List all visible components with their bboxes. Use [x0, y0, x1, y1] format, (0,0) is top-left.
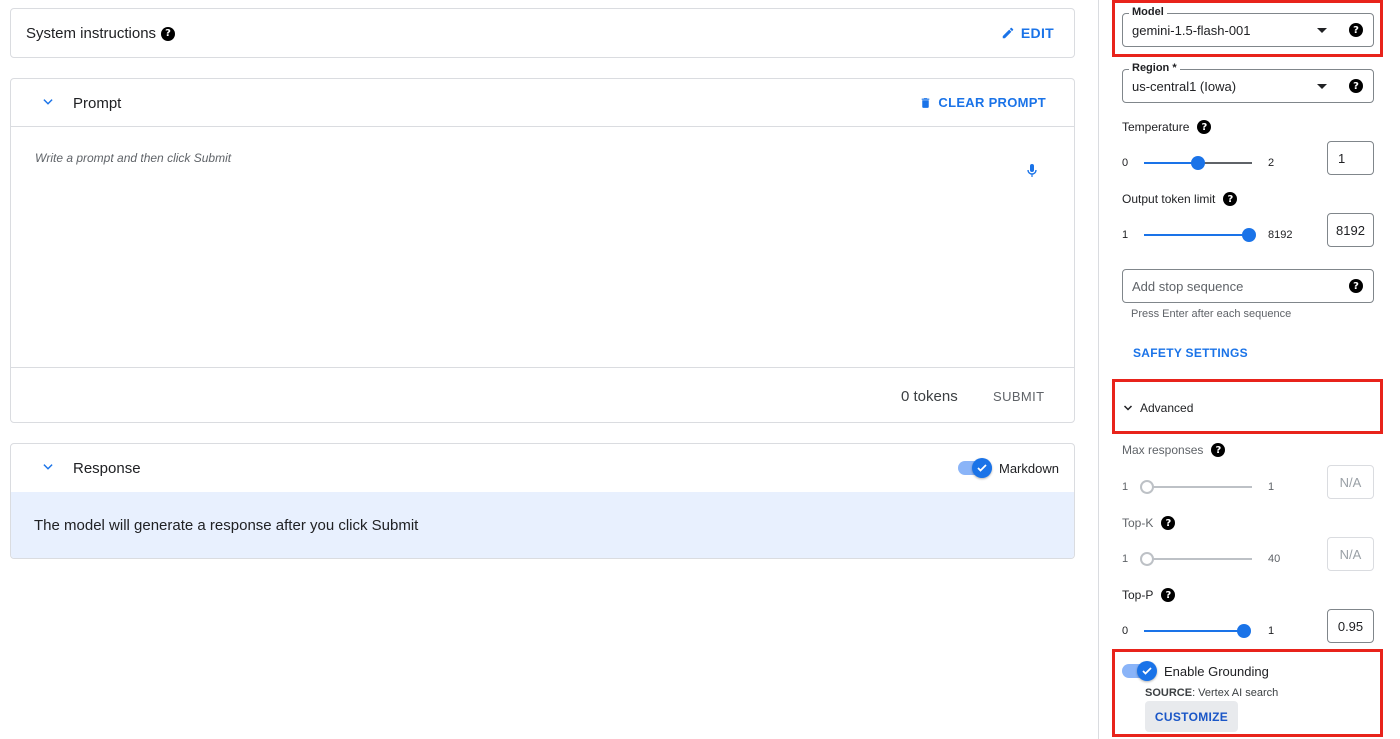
- top-p-min: 0: [1122, 625, 1129, 637]
- microphone-button[interactable]: [1027, 164, 1037, 183]
- help-icon[interactable]: ?: [1223, 192, 1238, 206]
- slider-track-fill: [1144, 162, 1198, 164]
- max-responses-min: 1: [1122, 481, 1129, 493]
- stop-sequence-input[interactable]: Add stop sequence ?: [1122, 269, 1374, 303]
- top-k-label-row: Top-K ?: [1122, 516, 1176, 530]
- prompt-footer-divider: [11, 367, 1074, 368]
- top-p-slider[interactable]: [1144, 622, 1256, 640]
- help-icon[interactable]: ?: [1197, 120, 1212, 134]
- slider-track-fill: [1144, 630, 1244, 632]
- pencil-icon: [1002, 27, 1014, 39]
- slider-thumb[interactable]: [1237, 624, 1251, 638]
- temperature-slider[interactable]: [1144, 154, 1252, 172]
- temperature-label: Temperature: [1122, 120, 1190, 134]
- clear-prompt-label: CLEAR PROMPT: [938, 95, 1046, 110]
- highlight-model: [1112, 0, 1383, 57]
- top-k-input: N/A: [1327, 537, 1374, 571]
- output-token-limit-min: 1: [1122, 229, 1129, 241]
- top-p-label-row: Top-P ?: [1122, 588, 1176, 602]
- top-k-slider: [1140, 550, 1252, 568]
- stop-sequence-hint: Press Enter after each sequence: [1131, 308, 1292, 320]
- system-instructions-header: System instructions ?: [26, 25, 176, 42]
- prompt-collapse-toggle[interactable]: [41, 95, 55, 114]
- output-token-limit-label: Output token limit: [1122, 192, 1216, 206]
- markdown-toggle[interactable]: [956, 457, 994, 479]
- prompt-card: Prompt CLEAR PROMPT Write a prompt and t…: [10, 78, 1075, 423]
- prompt-input[interactable]: Write a prompt and then click Submit: [35, 151, 995, 361]
- help-icon[interactable]: ?: [1211, 443, 1226, 457]
- edit-label: EDIT: [1020, 25, 1054, 41]
- slider-track-fill: [1144, 234, 1249, 236]
- dropdown-caret-icon: [1317, 84, 1327, 89]
- highlight-advanced: [1112, 379, 1383, 434]
- highlight-grounding: [1112, 649, 1383, 737]
- help-icon[interactable]: ?: [161, 26, 176, 41]
- settings-panel-divider: [1098, 0, 1099, 739]
- markdown-toggle-thumb: [972, 458, 992, 478]
- help-icon[interactable]: ?: [1161, 516, 1176, 530]
- temperature-label-row: Temperature ?: [1122, 120, 1212, 134]
- slider-track: [1144, 486, 1252, 488]
- top-p-input[interactable]: 0.95: [1327, 609, 1374, 643]
- system-instructions-card: System instructions ? EDIT: [10, 8, 1075, 58]
- top-k-label: Top-K: [1122, 516, 1154, 530]
- region-label: Region *: [1129, 62, 1180, 74]
- slider-thumb[interactable]: [1242, 228, 1256, 242]
- max-responses-max: 1: [1268, 481, 1275, 493]
- system-instructions-title: System instructions: [26, 25, 157, 42]
- region-value: us-central1 (Iowa): [1132, 79, 1237, 94]
- output-token-limit-slider[interactable]: [1144, 226, 1256, 244]
- max-responses-slider: [1140, 478, 1252, 496]
- chevron-down-icon: [43, 464, 53, 470]
- edit-button[interactable]: EDIT: [1001, 25, 1054, 41]
- markdown-label: Markdown: [999, 461, 1059, 476]
- output-token-limit-input[interactable]: 8192: [1327, 213, 1374, 247]
- check-icon: [977, 464, 987, 472]
- temperature-max: 2: [1268, 157, 1275, 169]
- submit-button[interactable]: SUBMIT: [993, 389, 1045, 404]
- top-k-max: 40: [1268, 553, 1281, 565]
- output-token-limit-label-row: Output token limit ?: [1122, 192, 1238, 206]
- temperature-min: 0: [1122, 157, 1129, 169]
- clear-prompt-button[interactable]: CLEAR PROMPT: [919, 95, 1046, 110]
- help-icon[interactable]: ?: [1349, 279, 1363, 293]
- top-p-label: Top-P: [1122, 588, 1154, 602]
- trash-icon: [922, 97, 930, 108]
- prompt-header-divider: [11, 126, 1074, 127]
- response-title: Response: [73, 460, 141, 477]
- help-icon[interactable]: ?: [1161, 588, 1176, 602]
- response-collapse-toggle[interactable]: [41, 460, 55, 479]
- top-k-min: 1: [1122, 553, 1129, 565]
- response-body: The model will generate a response after…: [11, 492, 1074, 558]
- max-responses-label-row: Max responses ?: [1122, 443, 1226, 457]
- safety-settings-button[interactable]: SAFETY SETTINGS: [1133, 346, 1248, 360]
- slider-thumb: [1140, 480, 1154, 494]
- slider-thumb[interactable]: [1191, 156, 1205, 170]
- token-count: 0 tokens: [901, 388, 958, 405]
- output-token-limit-max: 8192: [1268, 229, 1293, 241]
- prompt-title: Prompt: [73, 95, 122, 112]
- response-text: The model will generate a response after…: [34, 517, 419, 534]
- max-responses-input: N/A: [1327, 465, 1374, 499]
- top-p-max: 1: [1268, 625, 1275, 637]
- microphone-icon: [1027, 164, 1037, 177]
- stop-sequence-placeholder: Add stop sequence: [1132, 279, 1244, 294]
- max-responses-label: Max responses: [1122, 443, 1204, 457]
- slider-thumb: [1140, 552, 1154, 566]
- chevron-down-icon: [43, 99, 53, 105]
- slider-track: [1144, 558, 1252, 560]
- region-select[interactable]: us-central1 (Iowa) ?: [1122, 69, 1374, 103]
- response-card: Response Markdown The model will generat…: [10, 443, 1075, 559]
- temperature-input[interactable]: 1: [1327, 141, 1374, 175]
- help-icon[interactable]: ?: [1349, 79, 1363, 93]
